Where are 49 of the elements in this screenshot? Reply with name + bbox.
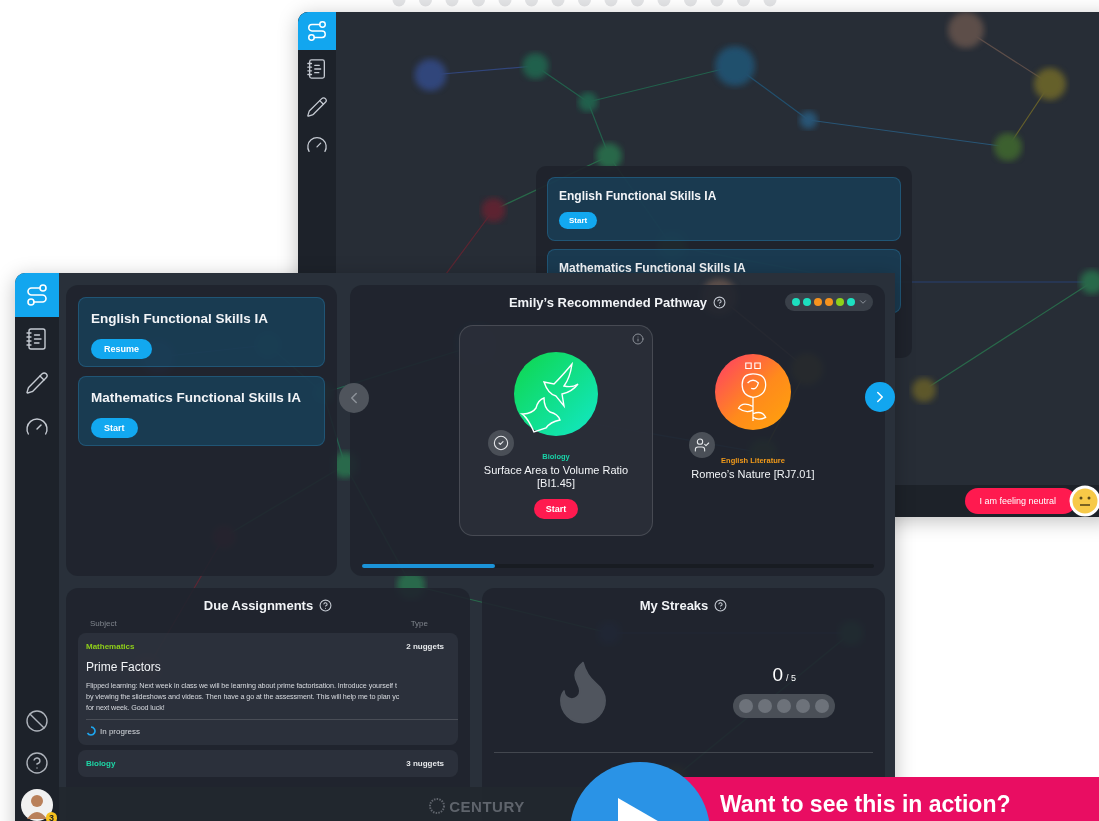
- chevron-down-icon: [858, 297, 868, 307]
- person-check-icon: [694, 437, 710, 453]
- panel-title: My Streaks: [639, 598, 709, 613]
- streak-count: 0: [772, 664, 784, 686]
- panel-title: Emily’s Recommended Pathway: [508, 295, 708, 310]
- course-title: English Functional Skills IA: [559, 189, 717, 203]
- logo-icon: [429, 798, 446, 814]
- help-icon[interactable]: [319, 599, 333, 612]
- assignment-title: Prime Factors: [86, 660, 162, 674]
- info-icon[interactable]: [632, 333, 644, 345]
- start-button[interactable]: Start: [559, 212, 598, 229]
- column-header: Subject: [90, 619, 117, 628]
- help-icon: [25, 751, 49, 775]
- course-button[interactable]: Start: [91, 418, 138, 438]
- pencil-icon: [306, 96, 328, 118]
- pathway-icon: [25, 283, 49, 307]
- check-icon: [493, 435, 509, 451]
- logo-text: CENTURY: [449, 797, 525, 815]
- start-button[interactable]: Start: [533, 499, 579, 520]
- assignment-card[interactable]: [78, 633, 458, 745]
- pathway-icon: [306, 20, 328, 42]
- panel-title: Due Assignments: [203, 598, 314, 613]
- course-title: English Functional Skills IA: [91, 311, 269, 326]
- pencil-icon: [25, 371, 49, 395]
- progress-dots-dropdown[interactable]: [785, 293, 873, 311]
- avatar-icon[interactable]: [21, 789, 53, 821]
- streak-total: / 5: [786, 673, 797, 683]
- course-title: Mathematics Functional Skills IA: [91, 390, 302, 405]
- course-title: Mathematics Functional Skills IA: [559, 261, 746, 275]
- column-header: Type: [410, 619, 428, 628]
- notification-badge: 3: [46, 812, 57, 821]
- nugget-count: 3 nuggets: [406, 759, 444, 768]
- help-icon[interactable]: [713, 296, 727, 309]
- spinner-icon: [86, 726, 96, 736]
- status-label: In progress: [100, 726, 141, 736]
- course-button[interactable]: Resume: [91, 339, 152, 359]
- nugget-count: 2 nuggets: [406, 642, 444, 651]
- face-emoji-icon[interactable]: [1069, 485, 1099, 517]
- help-icon[interactable]: [714, 599, 728, 612]
- slashed-circle-icon: [25, 709, 49, 733]
- notebook-icon: [25, 327, 49, 351]
- notebook-icon: [306, 58, 328, 80]
- assignment-card[interactable]: Biology 3 nuggets: [78, 750, 458, 777]
- cta-text: Want to see this in action?: [720, 791, 1011, 817]
- next-button[interactable]: [865, 382, 895, 412]
- lesson-title: Surface Area to Volume Ratio [BI1.45]: [482, 464, 630, 490]
- subject-label: Mathematics: [86, 642, 135, 651]
- lesson-title: Romeo’s Nature [RJ7.01]: [691, 468, 815, 481]
- subject-label: Biology: [86, 759, 116, 768]
